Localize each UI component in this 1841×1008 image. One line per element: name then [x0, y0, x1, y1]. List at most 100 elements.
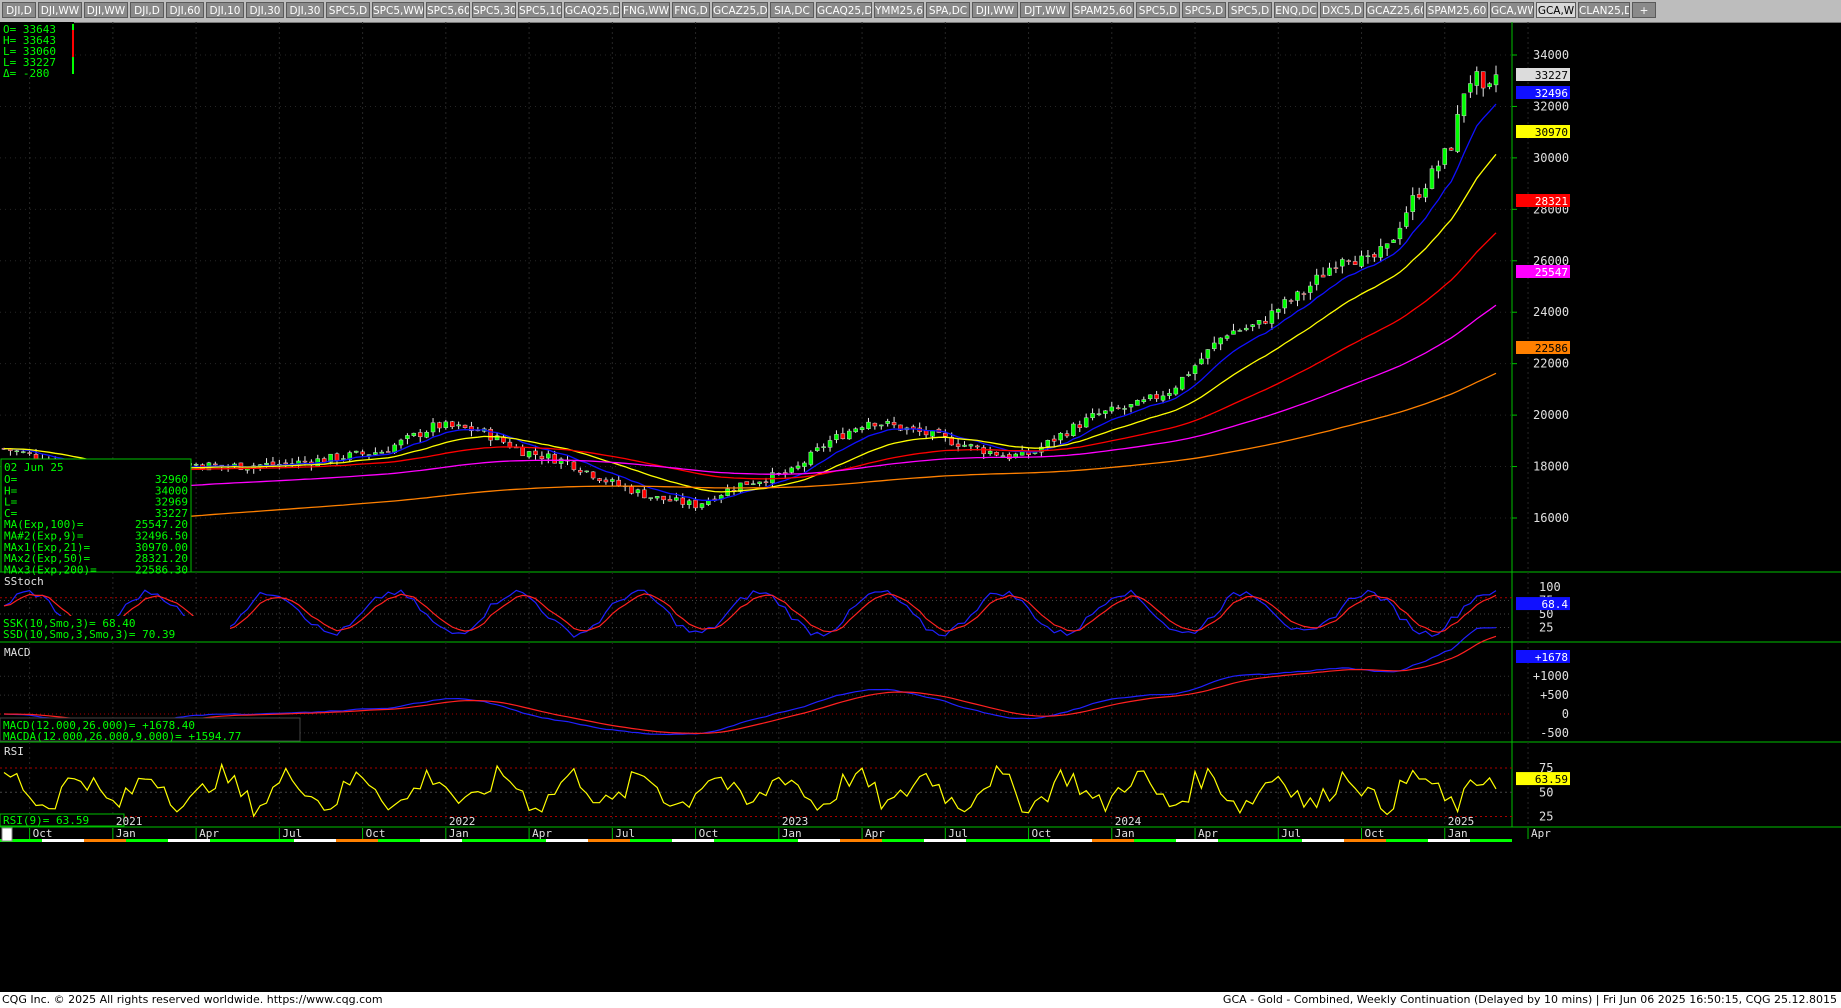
- candle-body: [1308, 285, 1313, 293]
- symbol-tab[interactable]: GCAZ25,60: [1366, 2, 1424, 18]
- symbol-tab[interactable]: SPC5,D: [1136, 2, 1180, 18]
- ohlc-value: Δ= -280: [3, 67, 49, 80]
- candle-body: [302, 460, 308, 463]
- time-tick-label: Jan: [1448, 827, 1468, 840]
- candle-body: [975, 445, 980, 448]
- candle-body: [879, 424, 884, 427]
- symbol-tab[interactable]: SPC5,60: [426, 2, 470, 18]
- scroll-handle[interactable]: [1, 827, 13, 842]
- candle-body: [546, 453, 551, 459]
- price-tick-label: 16000: [1533, 511, 1569, 525]
- symbol-tab[interactable]: SPC5,WW: [372, 2, 424, 18]
- candle-body: [1045, 439, 1051, 447]
- candle-body: [853, 428, 858, 433]
- copyright-text: CQG Inc. © 2025 All rights reserved worl…: [2, 993, 383, 1006]
- candle-body: [533, 450, 538, 455]
- year-label: 2025: [1448, 815, 1475, 828]
- symbol-tab[interactable]: GCAQ25,D: [816, 2, 872, 18]
- symbol-tab[interactable]: DJI,WW: [84, 2, 128, 18]
- symbol-tab[interactable]: SPA,DC: [926, 2, 970, 18]
- candle-body: [981, 447, 986, 455]
- candle-body: [1192, 365, 1198, 374]
- symbol-tab[interactable]: SPAM25,60: [1072, 2, 1134, 18]
- candle-body: [462, 424, 468, 428]
- year-label: 2021: [116, 815, 143, 828]
- candle-body: [1468, 83, 1473, 93]
- candle-body: [385, 451, 391, 453]
- ma9-line: [3, 103, 1497, 501]
- candle-body: [802, 462, 807, 467]
- candle-body: [814, 447, 820, 451]
- chart-area[interactable]: 3400032000300002800026000240002200020000…: [0, 22, 1841, 992]
- candle-body: [648, 497, 653, 499]
- candle-body: [1231, 330, 1236, 335]
- candle-body: [1250, 324, 1255, 327]
- candle-body: [795, 465, 801, 469]
- symbol-tab[interactable]: SPC5,D: [1228, 2, 1272, 18]
- candle-body: [411, 432, 417, 436]
- session-strip: [1218, 839, 1260, 842]
- candle-body: [686, 500, 692, 505]
- symbol-tab[interactable]: DJI,60: [166, 2, 204, 18]
- symbol-tab[interactable]: FNG,D: [672, 2, 710, 18]
- candle-body: [584, 470, 589, 473]
- symbol-tab[interactable]: DJI,D: [130, 2, 164, 18]
- symbol-tab[interactable]: SPC5,10: [518, 2, 562, 18]
- symbol-tab[interactable]: GCA,WW: [1490, 2, 1534, 18]
- symbol-tab[interactable]: DJI,D: [2, 2, 36, 18]
- candle-body: [264, 462, 269, 465]
- symbol-tab[interactable]: DJI,WW: [972, 2, 1018, 18]
- add-tab-button[interactable]: +: [1632, 2, 1656, 18]
- candle-body: [1218, 337, 1223, 345]
- candle-body: [763, 481, 769, 483]
- candle-body: [417, 432, 423, 438]
- session-strip: [714, 839, 756, 842]
- rsi-tick-label: 25: [1539, 810, 1553, 824]
- symbol-tab[interactable]: SPC5,D: [1182, 2, 1226, 18]
- candle-body: [1314, 274, 1319, 285]
- candle-body: [1391, 239, 1396, 243]
- ma200-line: [176, 372, 1497, 519]
- candle-body: [33, 454, 39, 460]
- price-tick-label: 32000: [1533, 99, 1569, 113]
- symbol-tab[interactable]: SIA,DC: [770, 2, 814, 18]
- symbol-tab[interactable]: ENQ,DC: [1274, 2, 1318, 18]
- price-value-label: 32496: [1516, 86, 1570, 100]
- price-label-text: 22586: [1535, 342, 1568, 355]
- time-tick-label: Jul: [1281, 827, 1301, 840]
- time-tick-label: Jul: [615, 827, 635, 840]
- candle-body: [1263, 320, 1268, 324]
- candle-body: [353, 450, 359, 453]
- ssd-readout: SSD(10,Smo,3,Smo,3)= 70.39: [3, 628, 175, 641]
- time-tick-label: Oct: [699, 827, 719, 840]
- symbol-tab[interactable]: SPC5,D: [326, 2, 370, 18]
- time-tick-label: Jan: [1115, 827, 1135, 840]
- symbol-tab[interactable]: DJT,WW: [1020, 2, 1070, 18]
- session-strip: [1386, 839, 1428, 842]
- year-label: 2022: [449, 815, 476, 828]
- symbol-tab[interactable]: DJI,30: [286, 2, 324, 18]
- symbol-tab[interactable]: DJI,WW: [38, 2, 82, 18]
- candle-body: [1365, 255, 1371, 258]
- symbol-tab[interactable]: YMM25,60: [874, 2, 924, 18]
- symbol-tab[interactable]: GCAQ25,D: [564, 2, 620, 18]
- symbol-tab[interactable]: SPAM25,60: [1426, 2, 1488, 18]
- candle-body: [1423, 188, 1428, 198]
- candle-body: [1000, 455, 1006, 457]
- symbol-tab[interactable]: DJI,30: [246, 2, 284, 18]
- symbol-tab[interactable]: GCAZ25,D: [712, 2, 768, 18]
- candle-body: [808, 451, 814, 465]
- symbol-tab[interactable]: DJI,10: [206, 2, 244, 18]
- symbol-tab[interactable]: CLAN25,D: [1578, 2, 1630, 18]
- symbol-tab[interactable]: DXC5,D: [1320, 2, 1364, 18]
- candle-body: [1327, 267, 1332, 276]
- symbol-tab[interactable]: SPC5,30: [472, 2, 516, 18]
- candle-body: [987, 450, 993, 454]
- price-tick-label: 18000: [1533, 460, 1569, 474]
- candle-body: [1096, 413, 1102, 415]
- symbol-tab[interactable]: GCA,W: [1536, 2, 1576, 18]
- candle-body: [578, 470, 583, 473]
- candle-body: [1340, 259, 1345, 267]
- symbol-tab[interactable]: FNG,WW: [622, 2, 670, 18]
- candle-body: [1455, 114, 1460, 152]
